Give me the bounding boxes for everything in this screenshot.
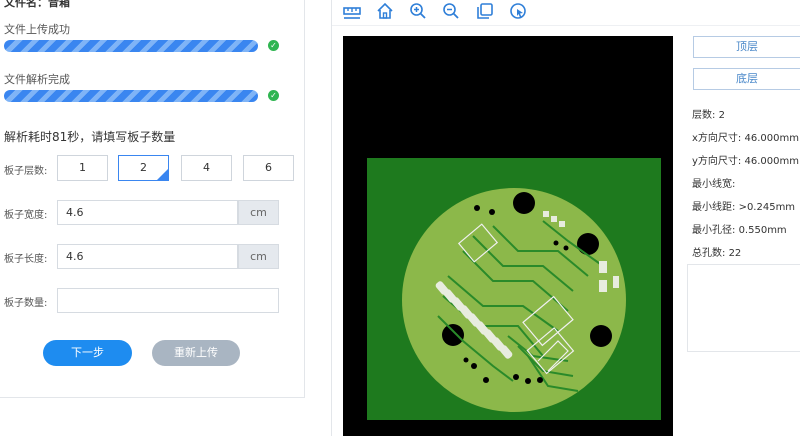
length-unit: cm (238, 244, 279, 269)
zoom-in-icon[interactable] (408, 1, 428, 21)
y-size-label: y方向尺寸: (692, 156, 742, 167)
ruler-icon[interactable] (342, 1, 362, 21)
copy-icon[interactable] (475, 1, 495, 21)
x-size-label: x方向尺寸: (692, 133, 742, 144)
layer-count-row: 层数: 2 (692, 106, 725, 121)
upload-success-icon: ✓ (268, 40, 279, 51)
app-root: 文件名：音箱 文件上传成功 ✓ 文件解析完成 ✓ 解析耗时81秒，请填写板子数量… (0, 0, 800, 436)
min-trace-spacing-row: 最小线距: >0.245mm (692, 198, 795, 213)
bottom-layer-tab[interactable]: 底层 (693, 68, 800, 90)
min-trace-spacing-value: >0.245mm (738, 202, 796, 213)
notes-box (687, 264, 800, 352)
min-hole-label: 最小孔径: (692, 225, 736, 236)
x-size-row: x方向尺寸: 46.000mm (692, 129, 799, 144)
layer-count-label: 层数: (692, 110, 716, 121)
parse-progress-bar (4, 90, 258, 102)
total-holes-label: 总孔数: (692, 248, 726, 259)
layer-option-6[interactable]: 6 (243, 155, 294, 181)
upload-status-label: 文件上传成功 (4, 23, 70, 36)
pcb-preview-panel: 顶层 底层 层数: 2 x方向尺寸: 46.000mm y方向尺寸: 46.00… (331, 0, 800, 436)
file-name: 文件名：音箱 (4, 0, 70, 9)
quantity-input[interactable] (57, 288, 279, 313)
min-hole-value: 0.550mm (738, 225, 787, 236)
pcb-canvas[interactable] (343, 36, 673, 436)
upload-progress-bar (4, 40, 258, 52)
length-input[interactable]: 4.6 (57, 244, 238, 269)
y-size-value: 46.000mm (744, 156, 799, 167)
cursor-icon[interactable] (508, 1, 528, 21)
layer-option-2-label: 2 (140, 161, 147, 174)
total-holes-value: 22 (728, 248, 742, 259)
parse-success-icon: ✓ (268, 90, 279, 101)
min-trace-width-row: 最小线宽: (692, 175, 735, 190)
quantity-label: 板子数量: (4, 298, 48, 309)
min-hole-row: 最小孔径: 0.550mm (692, 221, 787, 236)
layer-option-4[interactable]: 4 (181, 155, 232, 181)
parse-status-label: 文件解析完成 (4, 73, 70, 86)
x-size-value: 46.000mm (744, 133, 799, 144)
width-input[interactable]: 4.6 (57, 200, 238, 225)
width-label: 板子宽度: (4, 210, 48, 221)
total-holes-row: 总孔数: 22 (692, 244, 741, 259)
y-size-row: y方向尺寸: 46.000mm (692, 152, 799, 167)
parse-time-note: 解析耗时81秒，请填写板子数量 (4, 130, 176, 144)
viewer-toolbar (332, 0, 800, 26)
home-icon[interactable] (375, 1, 395, 21)
layer-option-1[interactable]: 1 (57, 155, 108, 181)
length-label: 板子长度: (4, 254, 48, 265)
width-unit: cm (238, 200, 279, 225)
min-trace-width-label: 最小线宽: (692, 179, 736, 190)
selected-corner-icon (157, 169, 168, 180)
layer-count-value: 2 (718, 110, 725, 121)
next-step-button[interactable]: 下一步 (43, 340, 132, 366)
layer-option-2[interactable]: 2 (118, 155, 169, 181)
layers-label: 板子层数: (4, 166, 48, 177)
zoom-out-icon[interactable] (441, 1, 461, 21)
min-trace-spacing-label: 最小线距: (692, 202, 736, 213)
reupload-button[interactable]: 重新上传 (152, 340, 240, 366)
upload-form-panel: 文件名：音箱 文件上传成功 ✓ 文件解析完成 ✓ 解析耗时81秒，请填写板子数量… (0, 0, 305, 398)
top-layer-tab[interactable]: 顶层 (693, 36, 800, 58)
